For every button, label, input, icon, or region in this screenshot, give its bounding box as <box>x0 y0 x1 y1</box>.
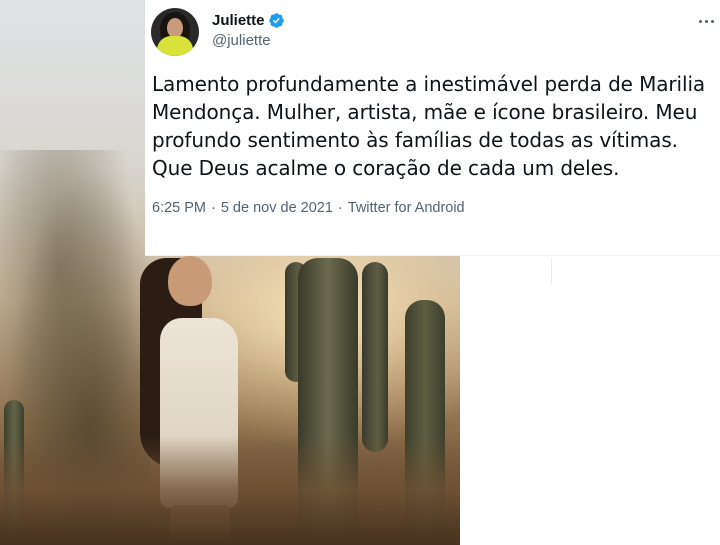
tweet-text: Lamento profundamente a inestimável perd… <box>152 72 706 180</box>
ground <box>0 435 460 545</box>
verified-badge-icon <box>268 12 284 28</box>
name-row[interactable]: Juliette <box>212 10 285 30</box>
divider <box>551 258 552 284</box>
user-handle[interactable]: @juliette <box>212 32 271 49</box>
meta-separator: · <box>337 200 343 216</box>
more-horizontal-icon <box>698 19 702 23</box>
person-head <box>168 256 212 306</box>
meta-separator: · <box>211 200 216 216</box>
tweet-time[interactable]: 6:25 PM <box>152 200 206 216</box>
tweet-card: Juliette @juliette Lamento profundamente… <box>145 0 720 256</box>
display-name[interactable]: Juliette <box>212 12 265 29</box>
more-dot <box>710 19 714 23</box>
tweet-source[interactable]: Twitter for Android <box>348 200 465 216</box>
avatar-outfit <box>157 36 193 56</box>
tweet-date[interactable]: 5 de nov de 2021 <box>221 200 333 216</box>
avatar-face <box>167 18 183 38</box>
more-dot <box>704 19 708 23</box>
blank-area <box>460 255 720 545</box>
screenshot-stage: Juliette @juliette Lamento profundamente… <box>0 0 720 545</box>
cactus-arm-right <box>362 262 388 452</box>
avatar[interactable] <box>151 8 199 56</box>
more-options-button[interactable] <box>695 10 717 32</box>
tweet-metadata: 6:25 PM · 5 de nov de 2021 · Twitter for… <box>152 200 465 216</box>
